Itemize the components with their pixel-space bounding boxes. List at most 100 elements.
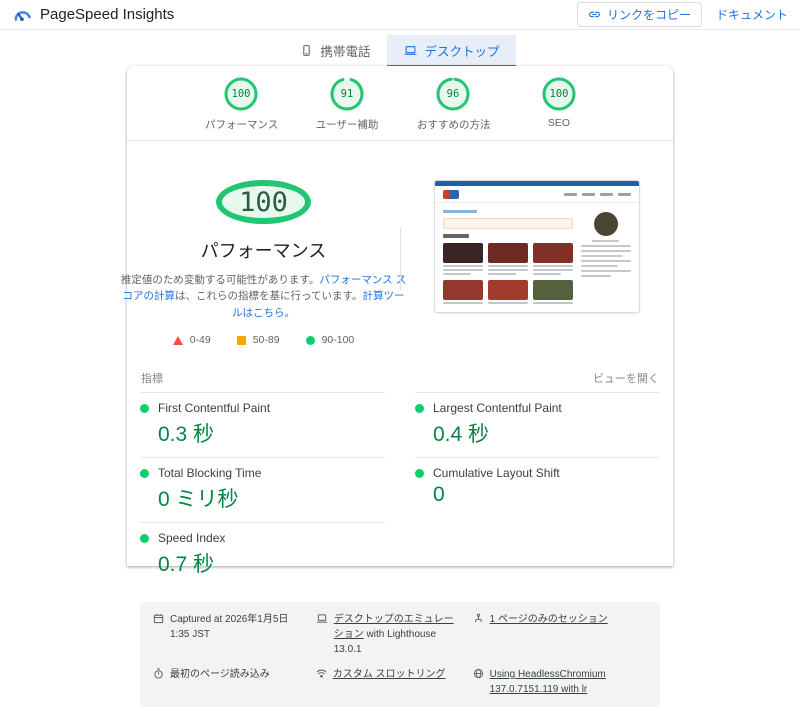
stopwatch-icon — [154, 668, 163, 679]
copy-link-button[interactable]: リンクをコピー — [576, 2, 702, 27]
pass-dot-icon — [140, 533, 149, 543]
legend-pass: 90-100 — [305, 334, 355, 346]
thumb-avatar — [593, 212, 618, 236]
first-load-text: 最初のページ読み込み — [170, 669, 270, 680]
thumb-main-column — [442, 210, 573, 304]
legend-average: 50-89 — [236, 334, 280, 346]
app-header: PageSpeed Insights リンクをコピー ドキュメント — [0, 0, 800, 30]
metric-tbt: Total Blocking Time 0 ミリ秒 — [140, 457, 385, 522]
score-gauge: 100 — [224, 77, 258, 111]
metric-value: 0 ミリ秒 — [158, 488, 239, 511]
first-load-info: 最初のページ読み込み — [153, 667, 304, 697]
metric-name: First Contentful Paint — [158, 401, 271, 415]
score-value: 100 — [549, 88, 569, 100]
session-icon — [474, 613, 482, 623]
capture-time: Captured at 2026年1月5日 1:35 JST — [153, 612, 304, 657]
red-triangle-icon — [172, 335, 183, 345]
metric-cls: Cumulative Layout Shift 0 — [415, 457, 660, 516]
link-icon — [589, 11, 600, 18]
metrics-section: 指標 ビューを開く First Contentful Paint 0.3 秒 T… — [127, 370, 673, 587]
metric-lcp: Largest Contentful Paint 0.4 秒 — [415, 392, 660, 457]
performance-description: 推定値のため変動する可能性があります。パフォーマンス スコアの計算は、これらの指… — [118, 272, 410, 321]
metrics-heading: 指標 — [141, 373, 163, 385]
pass-dot-icon — [415, 468, 424, 478]
chromium-text: Using HeadlessChromium 137.0.7151.119 wi… — [489, 669, 606, 695]
metrics-left-column: First Contentful Paint 0.3 秒 Total Block… — [140, 392, 385, 587]
metric-value: 0.7 秒 — [158, 553, 215, 576]
score-performance[interactable]: 100 パフォーマンス — [205, 77, 279, 140]
pagespeed-logo-icon — [14, 10, 31, 21]
tab-desktop[interactable]: デスクトップ — [386, 35, 516, 68]
chromium-info: Using HeadlessChromium 137.0.7151.119 wi… — [473, 667, 647, 697]
report-card: 100 パフォーマンス 91 ユーザー補助 96 おすすめの方法 100 SEO… — [121, 66, 673, 707]
desc-text: は、これらの指標を基に行っています。 — [175, 290, 363, 303]
globe-icon — [473, 668, 483, 679]
metric-speed-index: Speed Index 0.7 秒 — [140, 522, 385, 587]
performance-section: 100 パフォーマンス 推定値のため変動する可能性があります。パフォーマンス ス… — [121, 140, 673, 346]
expand-view-link[interactable]: ビューを開く — [593, 370, 659, 386]
thumb-nav — [563, 192, 631, 196]
metric-fcp: First Contentful Paint 0.3 秒 — [140, 392, 385, 457]
thumb-body — [435, 203, 639, 304]
pass-dot-icon — [415, 403, 424, 413]
pass-dot-icon — [140, 403, 149, 413]
performance-title: パフォーマンス — [200, 241, 327, 262]
page-title: PageSpeed Insights — [40, 6, 175, 23]
metric-name: Speed Index — [158, 531, 226, 545]
tab-mobile-label: 携帯電話 — [320, 45, 371, 59]
score-summary-strip: 100 パフォーマンス 91 ユーザー補助 96 おすすめの方法 100 SEO — [127, 66, 673, 140]
score-accessibility[interactable]: 91 ユーザー補助 — [311, 77, 383, 140]
device-tabs: 携帯電話 デスクトップ — [0, 35, 800, 68]
performance-score: 100 — [239, 186, 288, 218]
legend-range: 50-89 — [252, 334, 280, 346]
tab-desktop-label: デスクトップ — [424, 45, 500, 59]
legend-range: 90-100 — [321, 334, 355, 346]
orange-square-icon — [236, 335, 246, 345]
tab-mobile[interactable]: 携帯電話 — [284, 35, 386, 68]
page-screenshot-thumbnail[interactable] — [433, 180, 640, 313]
score-label: おすすめの方法 — [417, 119, 491, 131]
run-info-footer: Captured at 2026年1月5日 1:35 JST デスクトップのエミ… — [140, 602, 660, 707]
copy-link-label: リンクをコピー — [606, 8, 691, 22]
metric-name: Total Blocking Time — [158, 466, 262, 480]
phone-icon — [303, 45, 311, 56]
thumb-sidebar — [580, 210, 631, 304]
pass-dot-icon — [140, 468, 149, 478]
score-seo[interactable]: 100 SEO — [523, 77, 595, 140]
score-label: パフォーマンス — [205, 119, 279, 131]
session-info: 1 ページのみのセッション — [473, 612, 647, 657]
laptop-icon — [316, 614, 327, 623]
score-best-practices[interactable]: 96 おすすめの方法 — [417, 77, 491, 140]
legend-range: 0-49 — [189, 334, 211, 346]
score-value: 100 — [231, 88, 251, 100]
laptop-icon — [404, 46, 416, 55]
session-link[interactable]: 1 ページのみのセッション — [490, 612, 608, 627]
score-label: ユーザー補助 — [315, 119, 379, 131]
metric-name: Largest Contentful Paint — [433, 401, 562, 415]
metric-value: 0.3 秒 — [158, 423, 215, 446]
score-legend: 0-49 50-89 90-100 — [172, 334, 355, 346]
performance-gauge: 100 — [216, 180, 311, 225]
throttling-icon — [316, 669, 327, 678]
score-gauge: 96 — [436, 77, 470, 111]
score-label: SEO — [547, 117, 571, 129]
score-value: 91 — [340, 88, 354, 100]
emulation-info: デスクトップのエミュレーション with Lighthouse 13.0.1 — [316, 612, 461, 657]
calendar-icon — [153, 613, 164, 624]
docs-link[interactable]: ドキュメント — [716, 6, 788, 23]
thumb-article-grid — [442, 243, 573, 304]
score-gauge: 91 — [330, 77, 364, 111]
thumb-site-logo — [442, 189, 459, 199]
score-value: 96 — [446, 88, 460, 100]
metric-value: 0.4 秒 — [433, 423, 490, 446]
capture-time-text: Captured at 2026年1月5日 1:35 JST — [170, 614, 289, 640]
legend-fail: 0-49 — [172, 334, 211, 346]
throttling-link[interactable]: カスタム スロットリング — [333, 667, 446, 682]
thumb-header — [434, 186, 639, 203]
thumb-notice-bar — [442, 218, 573, 229]
desc-text: 推定値のため変動する可能性があります。 — [120, 274, 320, 287]
throttling-info: カスタム スロットリング — [316, 667, 461, 697]
metric-value: 0 — [433, 483, 445, 506]
green-circle-icon — [305, 335, 315, 345]
score-gauge: 100 — [542, 77, 576, 111]
